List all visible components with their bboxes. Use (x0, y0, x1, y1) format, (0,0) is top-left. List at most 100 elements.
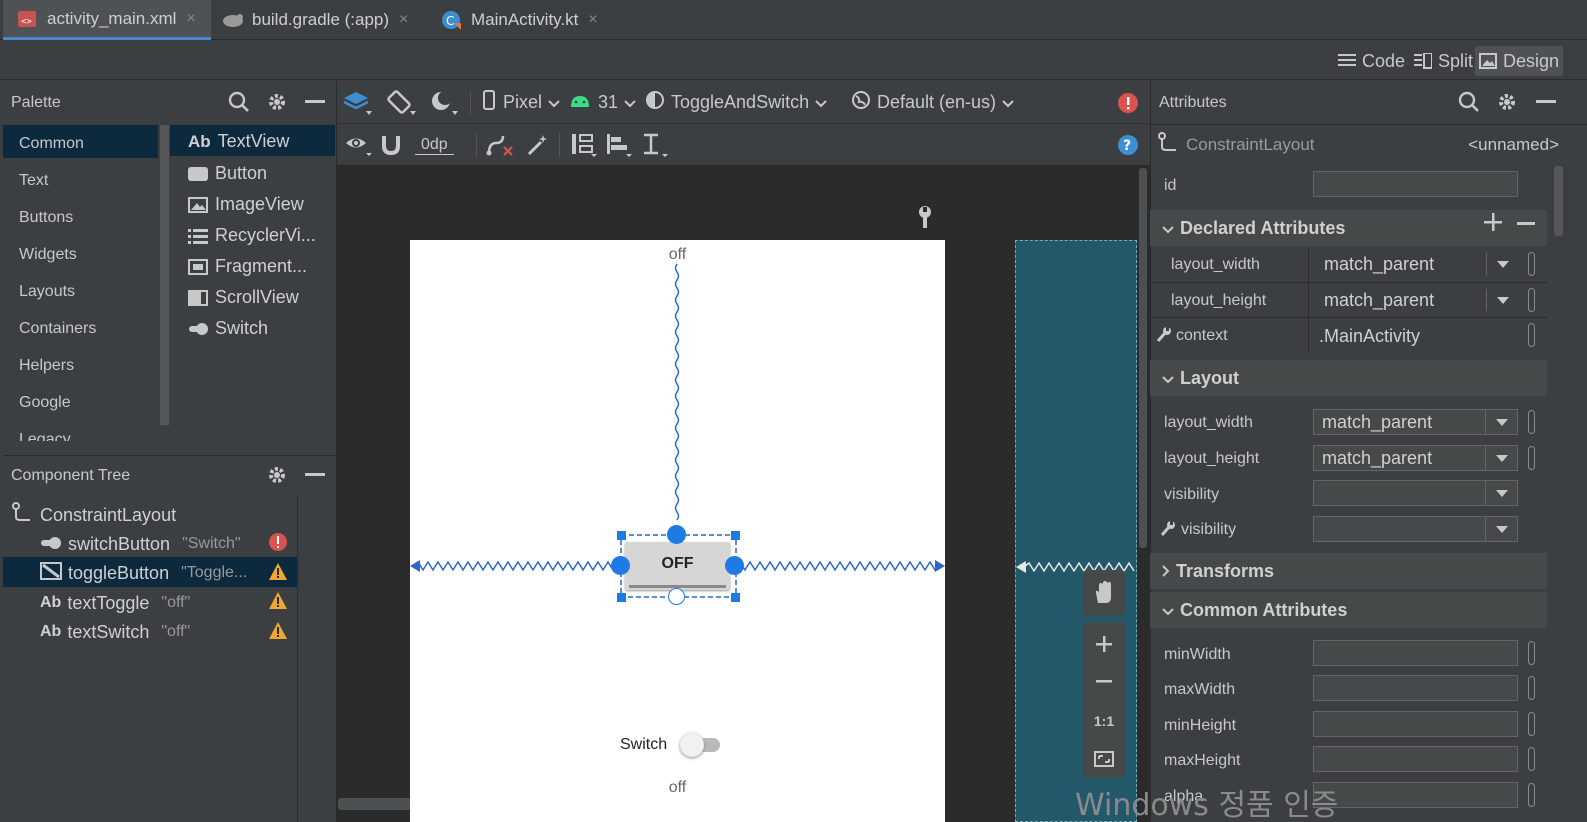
pack-icon[interactable] (570, 124, 598, 166)
declared-layout-height-value[interactable]: match_parent (1324, 290, 1434, 311)
close-icon[interactable]: × (186, 10, 195, 28)
transforms-header[interactable]: Transforms (1150, 553, 1547, 589)
minimize-icon[interactable] (305, 100, 325, 103)
remove-icon[interactable] (1517, 222, 1535, 225)
api-selector[interactable]: 31 (570, 81, 636, 124)
category-common[interactable]: Common (19, 135, 84, 153)
declared-layout-width-value[interactable]: match_parent (1324, 254, 1434, 275)
resize-handle[interactable] (617, 531, 626, 540)
attr-reference-button[interactable] (1528, 323, 1535, 347)
switch-thumb[interactable] (680, 733, 704, 757)
night-mode-icon[interactable] (429, 81, 459, 124)
gear-icon[interactable] (266, 91, 288, 118)
palette-item-switch[interactable]: Switch (188, 318, 268, 339)
split-mode-button[interactable]: Split (1410, 46, 1477, 76)
layout-width-dropdown[interactable]: match_parent (1313, 409, 1518, 435)
palette-item-fragment[interactable]: Fragment... (188, 256, 307, 277)
layout-header[interactable]: Layout (1150, 360, 1547, 396)
magnet-icon[interactable] (381, 124, 401, 166)
resize-handle[interactable] (731, 593, 740, 602)
max-width-input[interactable] (1313, 675, 1518, 701)
theme-selector[interactable]: ToggleAndSwitch (645, 81, 827, 124)
tab-activity-main[interactable]: <> activity_main.xml × (3, 0, 211, 40)
tree-item-textswitch[interactable]: Ab textSwitch "off" (40, 617, 190, 647)
palette-item-textview[interactable]: Ab TextView (188, 131, 289, 152)
tree-item-constraintlayout[interactable]: ConstraintLayout (12, 500, 176, 530)
text-switch-preview[interactable]: off (410, 779, 945, 797)
alpha-input[interactable] (1313, 782, 1518, 808)
code-mode-button[interactable]: Code (1334, 46, 1409, 76)
device-selector[interactable]: Pixel (483, 81, 560, 124)
attr-reference-button[interactable] (1528, 783, 1535, 807)
dropdown-arrow[interactable] (1485, 517, 1517, 541)
min-width-input[interactable] (1313, 640, 1518, 666)
search-icon[interactable] (228, 91, 250, 118)
attributes-scrollbar[interactable] (1554, 166, 1563, 236)
attr-reference-button[interactable] (1528, 676, 1535, 700)
zoom-actual-size[interactable]: 1:1 (1083, 704, 1125, 738)
category-buttons[interactable]: Buttons (19, 209, 73, 227)
id-input[interactable] (1313, 171, 1518, 197)
pan-button[interactable] (1083, 570, 1125, 616)
max-height-input[interactable] (1313, 746, 1518, 772)
visibility-dropdown[interactable] (1313, 480, 1518, 506)
dropdown-arrow[interactable] (1485, 410, 1517, 434)
dropdown-arrow[interactable] (1486, 253, 1518, 275)
error-icon[interactable] (1117, 81, 1139, 124)
orientation-icon[interactable] (387, 81, 417, 124)
tree-item-switchbutton[interactable]: switchButton "Switch" (40, 529, 241, 559)
minimize-icon[interactable] (305, 473, 325, 476)
dropdown-arrow[interactable] (1485, 481, 1517, 505)
close-icon[interactable]: × (588, 11, 597, 29)
category-containers[interactable]: Containers (19, 320, 96, 338)
dropdown-arrow[interactable] (1486, 289, 1518, 311)
help-icon[interactable]: ? (1117, 124, 1139, 166)
guidelines-icon[interactable] (641, 124, 669, 166)
bottom-anchor[interactable] (668, 588, 685, 605)
category-legacy[interactable]: Legacy (19, 431, 71, 441)
category-scrollbar[interactable] (160, 125, 169, 425)
dropdown-arrow[interactable] (1485, 446, 1517, 470)
close-icon[interactable]: × (399, 11, 408, 29)
category-helpers[interactable]: Helpers (19, 357, 74, 375)
warning-icon[interactable] (268, 621, 288, 646)
palette-item-imageview[interactable]: ImageView (188, 194, 304, 215)
clear-constraints-icon[interactable] (486, 124, 514, 166)
layers-icon[interactable] (343, 81, 373, 124)
gear-icon[interactable] (1496, 91, 1518, 118)
warning-icon[interactable] (268, 562, 288, 587)
minimize-icon[interactable] (1536, 100, 1556, 103)
vertical-scrollbar-thumb[interactable] (1139, 168, 1147, 548)
layout-height-dropdown[interactable]: match_parent (1313, 445, 1518, 471)
tab-main-activity[interactable]: C MainActivity.kt × (441, 0, 621, 40)
attr-reference-button[interactable] (1528, 410, 1535, 434)
tree-item-togglebutton[interactable]: toggleButton "Toggle... (40, 558, 247, 588)
default-margin[interactable]: 0dp (415, 124, 454, 166)
attr-reference-button[interactable] (1528, 712, 1535, 736)
category-text[interactable]: Text (19, 172, 48, 190)
toggle-button-preview[interactable]: OFF (625, 542, 730, 590)
top-anchor[interactable] (667, 525, 686, 544)
left-anchor[interactable] (611, 556, 630, 575)
error-icon[interactable] (268, 532, 288, 557)
switch-preview-label[interactable]: Switch (620, 736, 667, 754)
eye-icon[interactable] (345, 124, 373, 166)
tree-item-texttoggle[interactable]: Ab textToggle "off" (40, 588, 190, 618)
add-icon[interactable] (1484, 213, 1502, 236)
design-screen[interactable]: off OFF Switch off (410, 240, 945, 822)
zoom-out-icon[interactable] (1083, 664, 1125, 700)
zoom-in-icon[interactable] (1083, 626, 1125, 662)
category-layouts[interactable]: Layouts (19, 283, 75, 301)
wrench-icon[interactable] (916, 205, 934, 234)
warning-icon[interactable] (268, 591, 288, 616)
declared-context-value[interactable]: .MainActivity (1319, 326, 1420, 347)
palette-item-scrollview[interactable]: ScrollView (188, 287, 299, 308)
align-icon[interactable] (605, 124, 633, 166)
right-anchor[interactable] (725, 556, 744, 575)
min-height-input[interactable] (1313, 711, 1518, 737)
tools-visibility-dropdown[interactable] (1313, 516, 1518, 542)
zoom-fit-icon[interactable] (1083, 742, 1125, 776)
common-attributes-header[interactable]: Common Attributes (1150, 592, 1547, 628)
resize-handle[interactable] (731, 531, 740, 540)
locale-selector[interactable]: Default (en-us) (851, 81, 1014, 124)
